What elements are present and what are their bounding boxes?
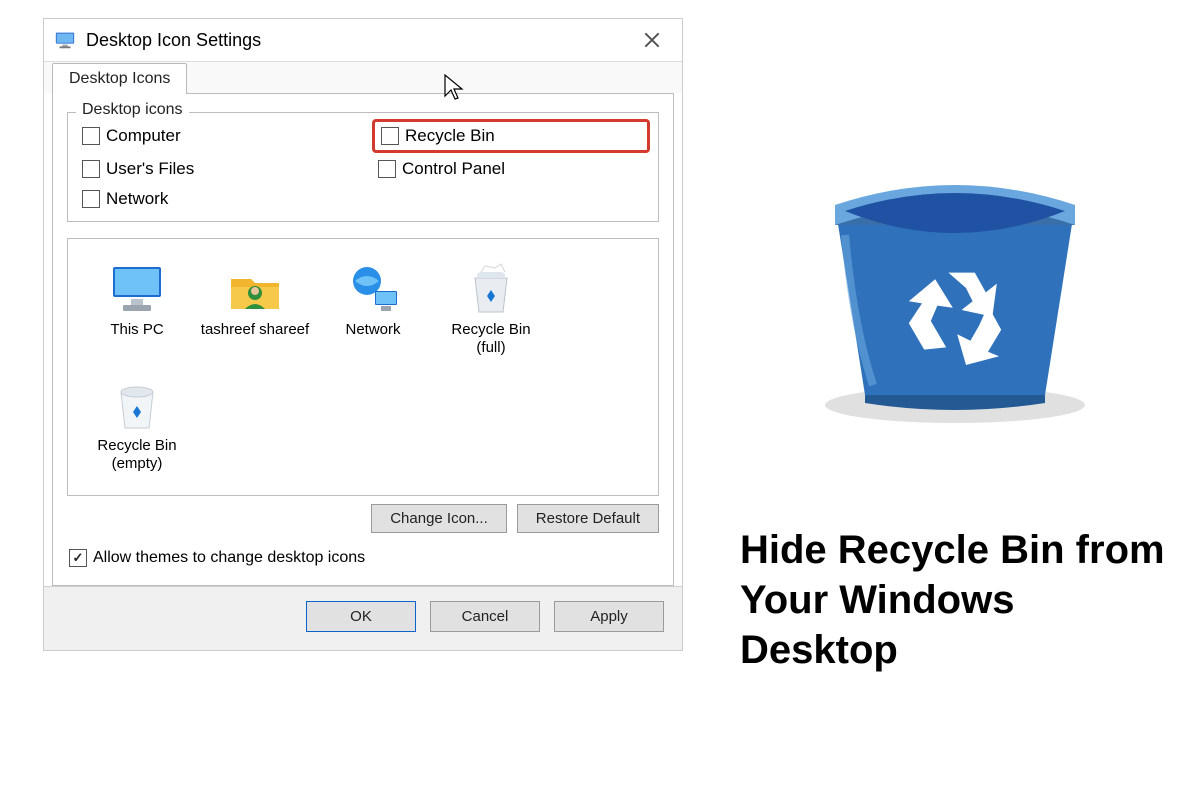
network-icon	[318, 261, 428, 317]
recycle-empty-icon	[82, 377, 192, 433]
checkbox-icon	[69, 549, 87, 567]
checkbox-label: Network	[106, 189, 168, 209]
checkbox-computer[interactable]: Computer	[82, 123, 348, 149]
checkbox-icon	[82, 190, 100, 208]
checkbox-network[interactable]: Network	[82, 189, 348, 209]
tab-desktop-icons[interactable]: Desktop Icons	[52, 63, 187, 94]
article-side: Hide Recycle Bin from Your Windows Deskt…	[740, 125, 1170, 675]
group-label: Desktop icons	[76, 101, 189, 119]
icon-network[interactable]: Network	[314, 255, 432, 371]
checkbox-icon	[82, 127, 100, 145]
desktop-icon-settings-dialog: Desktop Icon Settings Desktop Icons Desk…	[43, 18, 683, 651]
icon-label: tashreef shareef	[200, 321, 310, 339]
icon-recycle-bin-full[interactable]: Recycle Bin (full)	[432, 255, 550, 371]
apply-button[interactable]: Apply	[554, 601, 664, 632]
checkbox-label: Control Panel	[402, 159, 505, 179]
icon-recycle-bin-empty[interactable]: Recycle Bin (empty)	[78, 371, 196, 487]
desktop-settings-icon	[54, 29, 76, 51]
icon-preview-panel: This PC tashreef shareef	[67, 238, 659, 496]
restore-default-button[interactable]: Restore Default	[517, 504, 659, 533]
checkbox-label: Allow themes to change desktop icons	[93, 549, 365, 567]
change-icon-button[interactable]: Change Icon...	[371, 504, 507, 533]
checkbox-control-panel[interactable]: Control Panel	[378, 159, 644, 179]
icon-this-pc[interactable]: This PC	[78, 255, 196, 371]
checkbox-icon	[82, 160, 100, 178]
tab-content: Desktop icons Computer Recycle Bin User'…	[52, 93, 674, 586]
desktop-icons-group: Desktop icons Computer Recycle Bin User'…	[67, 112, 659, 222]
article-headline: Hide Recycle Bin from Your Windows Deskt…	[740, 525, 1170, 675]
checkbox-icon	[381, 127, 399, 145]
dialog-title: Desktop Icon Settings	[86, 30, 630, 51]
icon-user-folder[interactable]: tashreef shareef	[196, 255, 314, 371]
checkbox-icon	[378, 160, 396, 178]
checkbox-label: User's Files	[106, 159, 194, 179]
ok-button[interactable]: OK	[306, 601, 416, 632]
icon-label: This PC	[82, 321, 192, 339]
userfolder-icon	[200, 261, 310, 317]
recycle-full-icon	[436, 261, 546, 317]
titlebar: Desktop Icon Settings	[44, 19, 682, 61]
recycle-bin-illustration-icon	[795, 125, 1115, 425]
tab-strip: Desktop Icons	[44, 61, 682, 93]
close-button[interactable]	[630, 23, 674, 57]
checkbox-label: Recycle Bin	[405, 126, 495, 146]
checkbox-users-files[interactable]: User's Files	[82, 159, 348, 179]
dialog-footer: OK Cancel Apply	[44, 586, 682, 650]
checkbox-label: Computer	[106, 126, 181, 146]
checkbox-allow-themes[interactable]: Allow themes to change desktop icons	[69, 549, 659, 567]
icon-label: Recycle Bin (full)	[436, 321, 546, 357]
icon-label: Network	[318, 321, 428, 339]
icon-label: Recycle Bin (empty)	[82, 437, 192, 473]
checkbox-recycle-bin[interactable]: Recycle Bin	[372, 119, 650, 153]
cancel-button[interactable]: Cancel	[430, 601, 540, 632]
pc-icon	[82, 261, 192, 317]
